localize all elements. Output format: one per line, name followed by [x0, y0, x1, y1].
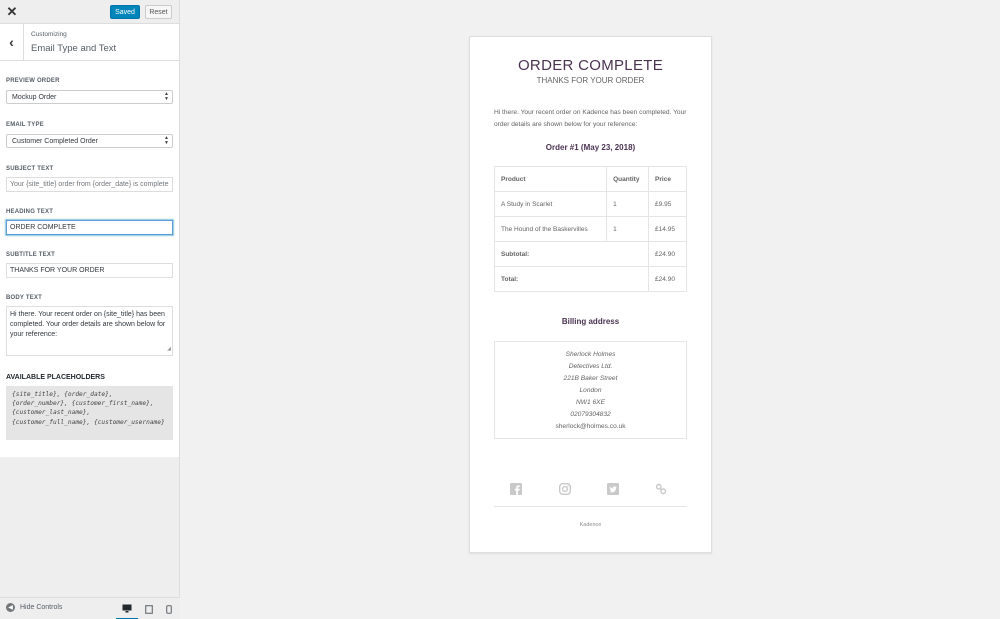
link-icon[interactable]	[655, 483, 667, 495]
email-preview: ORDER COMPLETE THANKS FOR YOUR ORDER Hi …	[469, 36, 712, 553]
reset-button[interactable]: Reset	[145, 5, 172, 19]
column-header: Price	[648, 166, 687, 192]
address-company: Detectives Ltd.	[568, 363, 613, 370]
price-cell: £9.95	[648, 191, 687, 217]
desktop-preview-button[interactable]	[116, 598, 138, 619]
resize-grip-icon[interactable]: ◢	[167, 344, 171, 354]
heading-text-label: HEADING TEXT	[6, 209, 54, 215]
mobile-preview-button[interactable]	[158, 598, 180, 619]
preview-order-value: Mockup Order	[12, 93, 57, 101]
customizer-header: ✕ Saved Reset	[0, 0, 179, 24]
billing-title: Billing address	[561, 317, 620, 326]
body-text-label: BODY TEXT	[6, 295, 43, 301]
email-type-value: Customer Completed Order	[12, 137, 98, 145]
subject-text-label: SUBJECT TEXT	[6, 166, 54, 172]
email-heading: ORDER COMPLETE	[517, 57, 664, 74]
address-city: London	[579, 387, 602, 394]
product-cell: A Study in Scarlet	[493, 191, 608, 217]
subtitle-text-input[interactable]: THANKS FOR YOUR ORDER	[6, 263, 173, 278]
section-title-bar: ‹ Customizing Email Type and Text	[0, 24, 179, 61]
desktop-icon	[122, 604, 132, 612]
address-phone: 02079304832	[570, 411, 611, 418]
subtotal-label: Subtotal:	[493, 241, 650, 267]
column-header: Product	[493, 166, 608, 192]
social-links	[494, 483, 687, 495]
preview-order-select[interactable]: Mockup Order ▲ ▼	[6, 90, 173, 104]
close-icon[interactable]: ✕	[0, 0, 24, 24]
subject-text-input[interactable]: Your {site_title} order from {order_date…	[6, 177, 173, 192]
heading-text-input[interactable]: ORDER COMPLETE	[6, 220, 173, 235]
mobile-icon	[166, 604, 172, 614]
twitter-icon[interactable]	[607, 483, 619, 495]
subtotal-row: Subtotal: £24.90	[493, 241, 687, 267]
subtotal-value: £24.90	[648, 241, 687, 267]
address-name: Sherlock Holmes	[565, 351, 616, 358]
subtitle-text-label: SUBTITLE TEXT	[6, 252, 55, 258]
table-header-row: Product Quantity Price	[493, 166, 687, 192]
customizer-footer: ◀ Hide Controls	[0, 597, 180, 619]
preview-order-label: PREVIEW ORDER	[6, 78, 60, 84]
email-footer-text: Kadence	[579, 522, 602, 528]
email-type-select[interactable]: Customer Completed Order ▲ ▼	[6, 134, 173, 148]
product-cell: The Hound of the Baskervilles	[493, 216, 608, 242]
placeholders-title: AVAILABLE PLACEHOLDERS	[6, 374, 105, 381]
quantity-cell: 1	[606, 216, 650, 242]
address-street: 221B Baker Street	[563, 375, 618, 382]
hide-controls-label: Hide Controls	[20, 604, 63, 611]
order-title: Order #1 (May 23, 2018)	[545, 143, 636, 152]
address-postcode: NW1 6XE	[576, 399, 605, 406]
customizer-sidebar: ✕ Saved Reset ‹ Customizing Email Type a…	[0, 0, 180, 619]
chevron-left-icon[interactable]: ‹	[0, 24, 24, 60]
saved-button[interactable]: Saved	[110, 5, 140, 19]
tablet-icon	[145, 604, 153, 614]
column-header: Quantity	[606, 166, 650, 192]
order-table: Product Quantity Price A Study in Scarle…	[493, 166, 687, 292]
instagram-icon[interactable]	[559, 483, 571, 495]
total-label: Total:	[493, 266, 650, 292]
section-title: Email Type and Text	[31, 43, 117, 54]
billing-address: Sherlock Holmes Detectives Ltd. 221B Bak…	[494, 341, 687, 439]
quantity-cell: 1	[606, 191, 650, 217]
body-text-value: Hi there. Your recent order on {site_tit…	[10, 311, 166, 338]
placeholders-box: {site_title}, {order_date}, {order_numbe…	[6, 386, 173, 440]
footer-divider	[494, 506, 687, 507]
body-text-textarea[interactable]: Hi there. Your recent order on {site_tit…	[6, 306, 173, 356]
price-cell: £14.95	[648, 216, 687, 242]
total-value: £24.90	[648, 266, 687, 292]
breadcrumb: Customizing	[31, 31, 67, 38]
table-row: A Study in Scarlet 1 £9.95	[493, 191, 687, 217]
select-arrows-icon: ▲ ▼	[164, 135, 169, 146]
address-email: sherlock@holmes.co.uk	[555, 423, 626, 430]
table-row: The Hound of the Baskervilles 1 £14.95	[493, 216, 687, 242]
select-arrows-icon: ▲ ▼	[164, 91, 169, 102]
facebook-icon[interactable]	[510, 483, 522, 495]
email-subtitle: THANKS FOR YOUR ORDER	[536, 76, 645, 85]
tablet-preview-button[interactable]	[138, 598, 160, 619]
email-body-text: Hi there. Your recent order on Kadence h…	[494, 109, 687, 128]
total-row: Total: £24.90	[493, 266, 687, 292]
collapse-icon: ◀	[6, 603, 15, 612]
hide-controls-button[interactable]: ◀ Hide Controls	[6, 603, 62, 612]
email-type-label: EMAIL TYPE	[6, 122, 44, 128]
